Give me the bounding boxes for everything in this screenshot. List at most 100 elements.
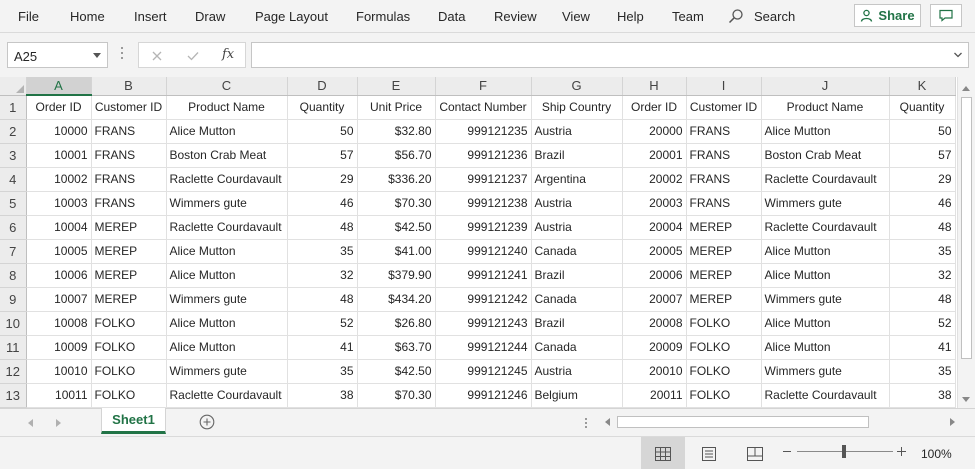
tab-team[interactable]: Team (672, 9, 704, 24)
table-cell[interactable]: FRANS (91, 191, 167, 216)
table-cell[interactable]: $336.20 (357, 167, 436, 192)
table-cell[interactable]: Wimmers gute (761, 287, 890, 312)
column-header-h[interactable]: H (622, 77, 687, 96)
table-cell[interactable]: MEREP (686, 239, 762, 264)
normal-view-button[interactable] (641, 437, 685, 469)
table-cell[interactable]: $26.80 (357, 311, 436, 336)
table-cell[interactable]: 29 (287, 167, 358, 192)
table-cell[interactable]: Brazil (531, 311, 623, 336)
table-cell[interactable]: 52 (287, 311, 358, 336)
row-header[interactable]: 6 (0, 215, 27, 240)
table-cell[interactable]: 32 (889, 263, 956, 288)
name-box[interactable]: A25 (7, 42, 108, 68)
next-sheet-icon[interactable] (56, 419, 61, 427)
table-cell[interactable]: $41.00 (357, 239, 436, 264)
column-header-j[interactable]: J (761, 77, 890, 96)
select-all-corner[interactable] (0, 77, 27, 96)
table-cell[interactable]: FOLKO (686, 383, 762, 408)
table-cell[interactable]: 10005 (26, 239, 92, 264)
table-cell[interactable]: Wimmers gute (166, 287, 288, 312)
header-cell[interactable]: Ship Country (531, 95, 623, 120)
table-cell[interactable]: 20000 (622, 119, 687, 144)
column-header-i[interactable]: I (686, 77, 762, 96)
table-cell[interactable]: 57 (889, 143, 956, 168)
table-cell[interactable]: Argentina (531, 167, 623, 192)
row-header[interactable]: 3 (0, 143, 27, 168)
table-cell[interactable]: Alice Mutton (761, 119, 890, 144)
chevron-down-icon[interactable] (93, 53, 101, 58)
table-cell[interactable]: Austria (531, 215, 623, 240)
header-cell[interactable]: Product Name (761, 95, 890, 120)
table-cell[interactable]: FRANS (686, 167, 762, 192)
table-cell[interactable]: Alice Mutton (166, 311, 288, 336)
vertical-scrollbar[interactable] (957, 77, 975, 408)
table-cell[interactable]: Boston Crab Meat (761, 143, 890, 168)
table-cell[interactable]: MEREP (91, 215, 167, 240)
table-cell[interactable]: Brazil (531, 143, 623, 168)
table-cell[interactable]: FOLKO (91, 359, 167, 384)
cell-table[interactable]: A B C D E F G H I J K 1 Order ID Customer ID Product N… (0, 77, 956, 408)
tab-formulas[interactable]: Formulas (356, 9, 410, 24)
table-cell[interactable]: Belgium (531, 383, 623, 408)
row-header[interactable]: 5 (0, 191, 27, 216)
page-break-view-button[interactable] (733, 437, 777, 469)
table-cell[interactable]: 999121245 (435, 359, 532, 384)
table-cell[interactable]: FOLKO (91, 311, 167, 336)
table-cell[interactable]: 10004 (26, 215, 92, 240)
worksheet-grid[interactable]: A B C D E F G H I J K 1 Order ID Customer ID Product N… (0, 77, 957, 408)
column-header-e[interactable]: E (357, 77, 436, 96)
table-cell[interactable]: Wimmers gute (761, 359, 890, 384)
table-cell[interactable]: 10010 (26, 359, 92, 384)
table-cell[interactable]: Alice Mutton (166, 239, 288, 264)
table-cell[interactable]: Wimmers gute (166, 359, 288, 384)
table-cell[interactable]: FOLKO (686, 335, 762, 360)
header-cell[interactable]: Unit Price (357, 95, 436, 120)
table-cell[interactable]: 20011 (622, 383, 687, 408)
table-cell[interactable]: Raclette Courdavault (761, 215, 890, 240)
share-button[interactable]: Share (854, 4, 921, 27)
vertical-scroll-thumb[interactable] (961, 97, 972, 359)
table-cell[interactable]: 10000 (26, 119, 92, 144)
table-cell[interactable]: $70.30 (357, 383, 436, 408)
table-cell[interactable]: 999121235 (435, 119, 532, 144)
formula-input[interactable] (251, 42, 969, 68)
row-header[interactable]: 13 (0, 383, 27, 408)
table-cell[interactable]: 10006 (26, 263, 92, 288)
table-cell[interactable]: Wimmers gute (761, 191, 890, 216)
table-cell[interactable]: FRANS (686, 143, 762, 168)
row-header[interactable]: 12 (0, 359, 27, 384)
table-cell[interactable]: 46 (287, 191, 358, 216)
enter-icon[interactable] (185, 48, 201, 64)
table-cell[interactable]: 20001 (622, 143, 687, 168)
table-cell[interactable]: FOLKO (91, 335, 167, 360)
page-layout-view-button[interactable] (687, 437, 731, 469)
table-cell[interactable]: 20009 (622, 335, 687, 360)
column-header-k[interactable]: K (889, 77, 956, 96)
table-cell[interactable]: 10007 (26, 287, 92, 312)
header-cell[interactable]: Quantity (287, 95, 358, 120)
table-cell[interactable]: 32 (287, 263, 358, 288)
table-cell[interactable]: Alice Mutton (166, 263, 288, 288)
header-cell[interactable]: Product Name (166, 95, 288, 120)
table-cell[interactable]: 48 (889, 215, 956, 240)
row-header[interactable]: 11 (0, 335, 27, 360)
table-cell[interactable]: Alice Mutton (761, 263, 890, 288)
table-cell[interactable]: 38 (287, 383, 358, 408)
header-cell[interactable]: Order ID (26, 95, 92, 120)
table-cell[interactable]: Austria (531, 119, 623, 144)
table-cell[interactable]: $42.50 (357, 359, 436, 384)
table-cell[interactable]: 50 (287, 119, 358, 144)
table-cell[interactable]: $32.80 (357, 119, 436, 144)
table-cell[interactable]: 20005 (622, 239, 687, 264)
table-cell[interactable]: 38 (889, 383, 956, 408)
table-cell[interactable]: Boston Crab Meat (166, 143, 288, 168)
table-cell[interactable]: Wimmers gute (166, 191, 288, 216)
scroll-down-icon[interactable] (962, 397, 970, 402)
tab-draw[interactable]: Draw (195, 9, 225, 24)
tab-data[interactable]: Data (438, 9, 465, 24)
table-cell[interactable]: 48 (889, 287, 956, 312)
table-cell[interactable]: MEREP (686, 263, 762, 288)
cancel-icon[interactable] (149, 48, 165, 64)
table-cell[interactable]: Raclette Courdavault (166, 167, 288, 192)
table-cell[interactable]: Alice Mutton (761, 311, 890, 336)
